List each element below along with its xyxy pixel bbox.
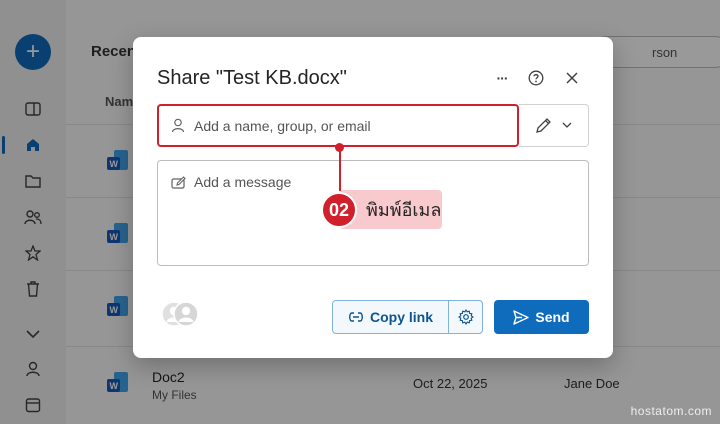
callout-dot — [335, 143, 344, 152]
send-label: Send — [535, 309, 570, 325]
people-avatars-icon — [161, 301, 199, 327]
help-icon[interactable] — [525, 67, 547, 89]
callout-line — [339, 147, 341, 191]
more-options-icon[interactable]: ··· — [491, 67, 513, 89]
dialog-title: Share "Test KB.docx" — [157, 67, 347, 89]
copy-link-button[interactable]: Copy link — [332, 300, 449, 334]
permission-dropdown[interactable] — [519, 104, 589, 147]
send-icon — [513, 309, 530, 325]
send-button[interactable]: Send — [494, 300, 589, 334]
edit-message-icon — [171, 176, 186, 189]
close-icon[interactable] — [561, 67, 583, 89]
gear-icon — [457, 309, 474, 325]
person-icon — [171, 118, 185, 133]
chevron-down-icon — [562, 122, 572, 128]
recipient-input[interactable] — [194, 117, 494, 134]
recipient-field[interactable] — [157, 104, 519, 147]
pencil-icon — [536, 118, 551, 133]
watermark: hostatom.com — [630, 404, 712, 418]
step-badge: 02 — [321, 192, 357, 228]
link-icon — [349, 312, 363, 322]
copy-link-label: Copy link — [369, 309, 433, 325]
link-settings-button[interactable] — [448, 300, 483, 334]
